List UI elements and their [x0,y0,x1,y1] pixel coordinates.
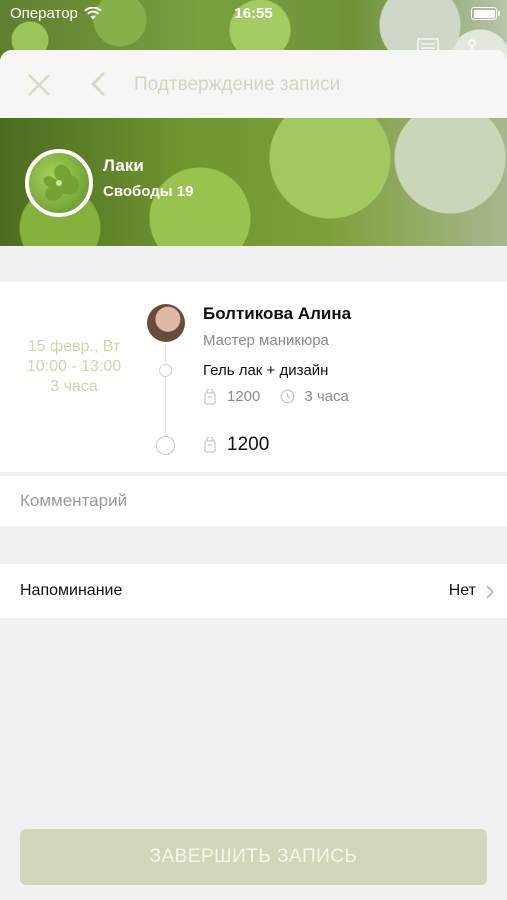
price-tag-icon [204,388,216,405]
status-bar: Оператор 16:55 [0,0,507,28]
master-role: Мастер маникюра [203,332,329,349]
reminder-label: Напоминание [20,582,123,599]
battery-icon [471,7,500,20]
appointment-duration: 3 часа [50,378,98,395]
appointment-time-range: 10:00 - 13:00 [26,358,122,375]
price-tag-icon [204,437,216,453]
page-title: Подтверждение записи [134,74,341,95]
appointment-date: 15 февр., Вт [27,338,121,355]
comment-row [0,476,507,526]
back-arrow-icon[interactable] [88,70,108,98]
salon-name: Лаки [103,156,144,175]
appointment-card: 15 февр., Вт 10:00 - 13:00 3 часа Болтик… [0,282,507,472]
salon-header: Лаки Свободы 19 [0,118,507,246]
service-price: 1200 [227,388,261,405]
confirmation-sheet: Подтверждение записи Лаки Свободы 19 15 … [0,50,507,900]
salon-logo [25,149,93,217]
service-meta: 1200 3 часа [203,388,349,405]
timeline-dot-service [159,364,172,377]
chevron-right-icon [486,585,495,599]
close-icon[interactable] [26,72,52,98]
service-name: Гель лак + дизайн [203,362,329,379]
reminder-value: Нет [448,582,476,599]
finish-booking-button[interactable]: ЗАВЕРШИТЬ ЗАПИСЬ [20,829,487,885]
total-price-value: 1200 [227,434,270,455]
timeline-dot-total [156,436,175,455]
master-avatar [147,304,185,342]
service-duration: 3 часа [304,388,349,405]
appointment-datetime: 15 февр., Вт 10:00 - 13:00 3 часа [20,337,128,397]
nav-bar: Подтверждение записи [0,50,507,118]
total-price: 1200 [203,434,269,456]
reminder-row[interactable]: Напоминание Нет [0,564,507,618]
salon-address: Свободы 19 [103,183,194,200]
master-name: Болтикова Алина [203,304,352,323]
timeline-line [165,344,166,442]
comment-input[interactable] [20,476,490,526]
status-time: 16:55 [234,5,273,22]
clock-icon [280,389,295,404]
